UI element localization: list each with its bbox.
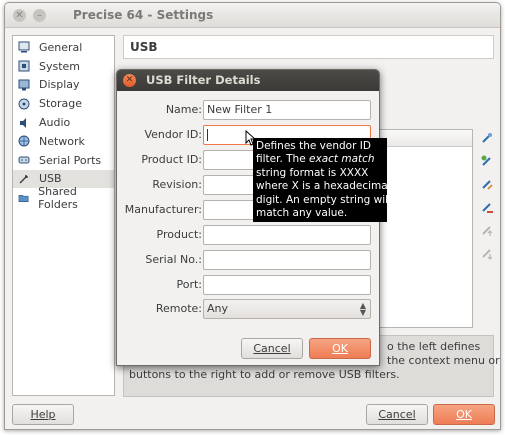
sidebar-item-label: General — [39, 40, 83, 54]
page-title: USB — [123, 35, 494, 59]
cancel-button[interactable]: Cancel — [366, 404, 428, 425]
name-label: Name: — [165, 103, 202, 116]
system-icon — [18, 60, 30, 72]
audio-icon — [20, 117, 26, 128]
sidebar-item-serial-ports[interactable]: Serial Ports — [13, 151, 114, 170]
general-icon — [18, 41, 30, 53]
tooltip-line: Defines the vendor ID — [256, 140, 371, 152]
dialog-ok-button[interactable]: OK — [309, 338, 371, 359]
vendor-id-tooltip: Defines the vendor ID filter. The exact … — [253, 138, 391, 222]
name-field[interactable]: New Filter 1 — [203, 100, 371, 120]
sidebar-item-storage[interactable]: Storage — [13, 94, 114, 113]
product-row: Product: — [117, 225, 379, 245]
tooltip-line: string format is XXXX — [256, 166, 369, 179]
dialog-cancel-button[interactable]: Cancel — [241, 338, 303, 359]
sidebar-item-label: Display — [39, 78, 80, 92]
usb-icon — [19, 175, 28, 184]
sidebar-item-label: Serial Ports — [39, 153, 102, 167]
remote-row: Remote: Any ▲ ▼ — [117, 299, 379, 319]
network-icon — [18, 135, 30, 147]
sidebar-item-display[interactable]: Display — [13, 76, 114, 95]
sidebar-item-label: Shared Folders — [38, 184, 78, 211]
tooltip-emphasis: exact match — [309, 153, 375, 166]
port-row: Port: — [117, 275, 379, 295]
display-icon — [18, 79, 30, 91]
sidebar-item-system[interactable]: System — [13, 57, 114, 76]
vendor-id-label: Vendor ID: — [144, 128, 202, 141]
dialog-cancel-label: Cancel — [253, 342, 291, 355]
dialog-ok-label: OK — [332, 342, 348, 355]
product-label: Product: — [156, 228, 202, 241]
move-up-icon[interactable] — [480, 223, 494, 237]
text-caret — [207, 129, 208, 141]
tooltip-text: filter. The — [256, 153, 310, 166]
sidebar-item-label: System — [39, 59, 81, 73]
mouse-pointer-icon — [245, 130, 257, 146]
add-filter-icon[interactable] — [480, 131, 494, 145]
storage-icon — [18, 98, 30, 110]
revision-label: Revision: — [152, 178, 202, 191]
tooltip-line: match any value. — [256, 207, 348, 220]
sidebar-item-label: Audio — [39, 116, 71, 130]
remote-select[interactable]: Any ▲ ▼ — [203, 299, 371, 319]
settings-sidebar: General System Display Storage Audio Net… — [12, 35, 115, 396]
sidebar-item-shared-folders[interactable]: Shared Folders — [13, 185, 114, 211]
manufacturer-label: Manufacturer: — [124, 203, 202, 216]
remove-filter-icon[interactable] — [480, 200, 494, 214]
sidebar-item-label: USB — [39, 172, 62, 186]
dialog-title-bar: ✕ USB Filter Details — [117, 70, 379, 91]
edit-filter-icon[interactable] — [480, 177, 494, 191]
move-down-icon[interactable] — [480, 246, 494, 260]
sidebar-item-label: Storage — [39, 97, 83, 111]
product-field[interactable] — [203, 225, 371, 245]
dialog-close-button[interactable]: ✕ — [123, 74, 136, 87]
close-window-button[interactable]: ✕ — [13, 9, 26, 22]
port-label: Port: — [176, 278, 202, 291]
shared-folders-icon — [18, 194, 29, 202]
sidebar-item-audio[interactable]: Audio — [13, 113, 114, 132]
ok-button[interactable]: OK — [433, 404, 495, 425]
remote-label: Remote: — [155, 302, 202, 315]
tooltip-line: where X is a hexadecimal — [256, 180, 391, 193]
name-row: Name: New Filter 1 — [117, 100, 379, 120]
info-line-3: buttons to the right to add or remove US… — [129, 368, 400, 381]
help-button[interactable]: Help — [12, 404, 74, 425]
sidebar-item-label: Network — [39, 134, 85, 148]
product-id-label: Product ID: — [141, 153, 202, 166]
filter-toolbar — [480, 131, 496, 269]
sidebar-item-general[interactable]: General — [13, 38, 114, 57]
help-button-label: Help — [30, 408, 56, 421]
serial-ports-icon — [18, 156, 30, 164]
port-field[interactable] — [203, 275, 371, 295]
sidebar-item-network[interactable]: Network — [13, 132, 114, 151]
tooltip-line: filter. The exact match — [256, 153, 387, 166]
window-title: Precise 64 - Settings — [73, 8, 214, 22]
remote-selected-value: Any — [207, 302, 229, 315]
add-from-device-icon[interactable] — [480, 154, 494, 168]
serial-no-row: Serial No.: — [117, 250, 379, 270]
tooltip-line: digit. An empty string will — [256, 193, 391, 206]
serial-no-field[interactable] — [203, 250, 371, 270]
spin-arrows-icon: ▲ ▼ — [359, 301, 366, 317]
dialog-title: USB Filter Details — [146, 73, 261, 87]
cancel-button-label: Cancel — [378, 408, 416, 421]
ok-button-label: OK — [456, 408, 472, 421]
title-bar: ✕ – Precise 64 - Settings — [5, 3, 500, 28]
usb-settings-panel: USB o the left defines the context menu … — [123, 35, 500, 397]
serial-no-label: Serial No.: — [145, 253, 202, 266]
minimize-window-button[interactable]: – — [33, 9, 46, 22]
